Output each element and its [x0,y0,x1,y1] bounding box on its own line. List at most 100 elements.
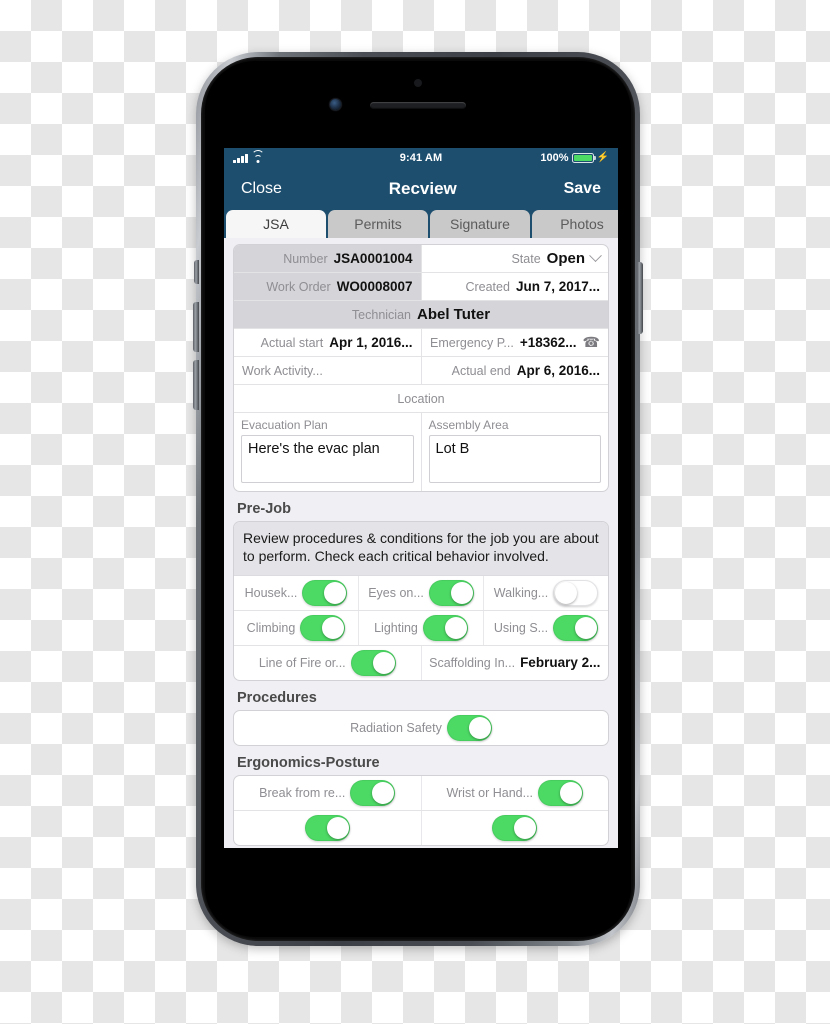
status-bar-clock: 9:41 AM [399,152,443,164]
procedures-card: Radiation Safety [233,709,609,746]
field-assembly-area: Assembly Area Lot B [420,413,609,491]
toggle-using-s-switch[interactable] [553,614,599,641]
toggle-walking[interactable]: Walking... [483,575,608,610]
toggle-housekeeping[interactable]: Housek... [234,576,358,610]
field-work-order: Work Order WO0008007 [234,273,421,300]
field-number: Number JSA0001004 [234,245,421,272]
phone-screen: 9:41 AM 100% ⚡ Close Recview Save JSA Pe… [224,148,618,848]
volume-down-button[interactable] [193,360,199,410]
evacuation-plan-input[interactable]: Here's the evac plan [241,435,414,483]
volume-up-button[interactable] [193,302,199,352]
number-label: Number [283,251,328,266]
toggle-climbing-switch[interactable] [300,614,346,641]
toggle-lighting-label: Lighting [374,620,418,635]
save-button[interactable]: Save [564,180,601,198]
details-card: Number JSA0001004 State Open Work Order … [233,244,609,492]
state-value: Open [546,250,585,267]
actual-start-value: Apr 1, 2016... [329,335,413,350]
toggle-walking-label: Walking... [493,585,549,600]
field-actual-end[interactable]: Actual end Apr 6, 2016... [420,357,609,384]
ergonomics-toggle-row: Break from re... Wrist or Hand... [234,775,609,811]
section-title-procedures: Procedures [237,689,317,706]
form-scroll-area[interactable]: Number JSA0001004 State Open Work Order … [224,238,618,848]
row-number-state: Number JSA0001004 State Open [234,245,608,273]
toggle-using-s[interactable]: Using S... [483,610,608,645]
cellular-signal-icon [233,154,248,163]
pre-job-card: Review procedures & conditions for the j… [233,521,609,681]
field-emergency-phone[interactable]: Emergency P... +18362... ☎ [420,329,609,356]
wifi-icon [251,150,265,163]
field-state[interactable]: State Open [420,245,609,272]
technician-label: Technician [351,307,411,322]
toggle-climbing[interactable]: Climbing [234,611,358,645]
work-activity-label: Work Activity... [242,363,323,378]
battery-percent-label: 100% [540,152,569,164]
close-button[interactable]: Close [241,180,282,198]
tab-signature[interactable]: Signature [430,210,530,238]
earpiece-speaker [370,102,466,109]
evacuation-plan-label: Evacuation Plan [241,418,328,432]
chevron-down-icon[interactable] [589,249,602,263]
toggle-radiation-safety[interactable]: Radiation Safety [234,711,608,745]
toggle-walking-switch[interactable] [553,579,599,606]
toggle-wrist-or-hand[interactable]: Wrist or Hand... [420,775,609,810]
pre-job-instructions: Review procedures & conditions for the j… [234,522,608,576]
power-button[interactable] [637,262,643,334]
toggle-radiation-safety-switch[interactable] [446,714,492,741]
toggle-break-from-repetition[interactable]: Break from re... [234,776,421,810]
phone-call-icon[interactable]: ☎ [583,334,600,351]
tab-permits[interactable]: Permits [328,210,428,238]
row-activity-end: Work Activity... Actual end Apr 6, 2016.… [234,357,608,385]
pre-job-toggle-row-3: Line of Fire or... Scaffolding In... Feb… [234,645,609,680]
actual-end-label: Actual end [451,363,511,378]
status-bar-left [233,150,265,163]
actual-start-label: Actual start [260,335,324,350]
toggle-eyes-on[interactable]: Eyes on... [358,575,483,610]
toggle-partial-left[interactable] [234,811,421,845]
ergonomics-toggle-row-partial [234,810,609,845]
toggle-housekeeping-switch[interactable] [302,579,348,606]
scaffolding-value: February 2... [520,655,601,671]
field-location[interactable]: Location [234,385,608,412]
field-technician[interactable]: Technician Abel Tuter [234,301,608,328]
status-bar-right: 100% ⚡ [540,152,609,164]
section-title-ergonomics: Ergonomics-Posture [237,754,380,771]
toggle-radiation-safety-label: Radiation Safety [350,720,442,735]
assembly-area-input[interactable]: Lot B [428,435,601,483]
toggle-lighting-switch[interactable] [422,614,468,641]
toggle-climbing-label: Climbing [246,620,296,635]
toggle-break-switch[interactable] [350,779,396,806]
tab-jsa[interactable]: JSA [226,210,326,238]
toggle-housekeeping-label: Housek... [244,585,298,600]
toggle-partial-right-switch[interactable] [492,814,538,841]
toggle-partial-left-switch[interactable] [304,814,350,841]
technician-value: Abel Tuter [417,306,491,323]
charging-bolt-icon: ⚡ [596,152,609,163]
field-actual-start[interactable]: Actual start Apr 1, 2016... [234,329,421,356]
field-evacuation-plan: Evacuation Plan Here's the evac plan [234,413,421,491]
tab-photos[interactable]: Photos [532,210,618,238]
toggle-partial-right[interactable] [420,810,609,845]
toggle-line-of-fire[interactable]: Line of Fire or... [234,646,421,680]
toggle-line-of-fire-switch[interactable] [350,649,396,676]
toggle-break-label: Break from re... [259,785,346,800]
field-scaffolding-inspection[interactable]: Scaffolding In... February 2... [420,645,609,680]
silent-switch-button[interactable] [194,260,199,284]
navigation-bar: Close Recview Save [224,168,618,210]
location-label: Location [397,391,445,406]
work-order-label: Work Order [266,279,331,294]
ergonomics-card: Break from re... Wrist or Hand... [233,774,609,846]
row-workorder-created: Work Order WO0008007 Created Jun 7, 2017… [234,273,608,301]
toggle-lighting[interactable]: Lighting [358,610,483,645]
row-technician: Technician Abel Tuter [234,301,608,329]
page-title: Recview [388,179,457,198]
toggle-wrist-switch[interactable] [538,779,584,806]
toggle-eyes-on-switch[interactable] [428,579,474,606]
proximity-sensor-icon [414,79,422,87]
work-order-value: WO0008007 [336,279,413,294]
toggle-eyes-on-label: Eyes on... [368,585,424,600]
field-work-activity[interactable]: Work Activity... [234,357,421,384]
status-bar: 9:41 AM 100% ⚡ [224,148,618,168]
field-created[interactable]: Created Jun 7, 2017... [420,273,609,300]
emergency-phone-label: Emergency P... [430,335,514,350]
